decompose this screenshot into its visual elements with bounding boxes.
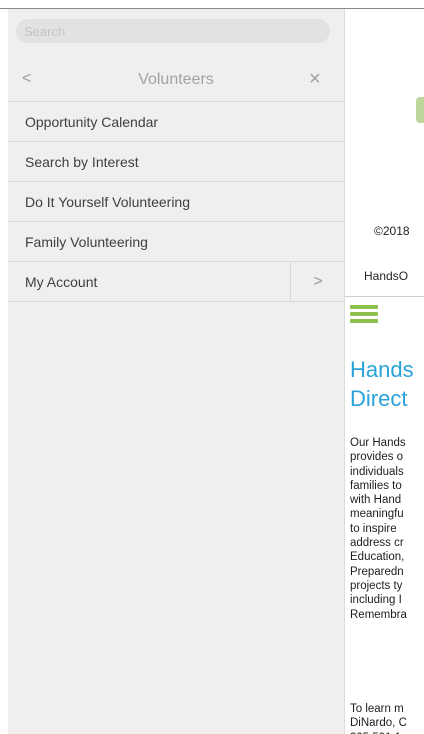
navigation-drawer: < Volunteers × Opportunity Calendar Sear… <box>8 9 345 734</box>
menu-item-label: Opportunity Calendar <box>25 114 159 130</box>
close-icon[interactable]: × <box>309 69 329 89</box>
page-title: Hands Direct <box>350 357 414 411</box>
search-input[interactable] <box>16 19 330 43</box>
page-body-text: Our Hands provides o individuals familie… <box>350 437 407 621</box>
hamburger-menu-icon[interactable] <box>350 305 378 323</box>
menu-item-diy-volunteering[interactable]: Do It Yourself Volunteering <box>8 182 344 222</box>
menu-item-search-by-interest[interactable]: Search by Interest <box>8 142 344 182</box>
menu-item-label: My Account <box>25 274 98 290</box>
page-nav-bar <box>344 296 424 331</box>
menu-item-label: Search by Interest <box>25 154 139 170</box>
menu-item-label: Do It Yourself Volunteering <box>25 194 191 210</box>
menu-item-label: Family Volunteering <box>25 234 148 250</box>
footer-text: HandsO <box>364 269 409 283</box>
drawer-menu: Opportunity Calendar Search by Interest … <box>8 101 344 302</box>
copyright-text: ©2018 <box>374 224 410 238</box>
menu-item-family-volunteering[interactable]: Family Volunteering <box>8 222 344 262</box>
page-body-text-contact: To learn m DiNardo, C 305.591.1 <box>350 703 407 734</box>
logo-fragment <box>416 97 424 123</box>
page-content: ©2018 HandsO Hands Direct Our Hands prov… <box>344 9 424 734</box>
drawer-title: Volunteers <box>138 71 214 88</box>
chevron-right-icon[interactable]: > <box>290 262 345 301</box>
menu-item-opportunity-calendar[interactable]: Opportunity Calendar <box>8 102 344 142</box>
menu-item-my-account[interactable]: My Account > <box>8 262 344 302</box>
drawer-header: < Volunteers × <box>8 61 344 99</box>
